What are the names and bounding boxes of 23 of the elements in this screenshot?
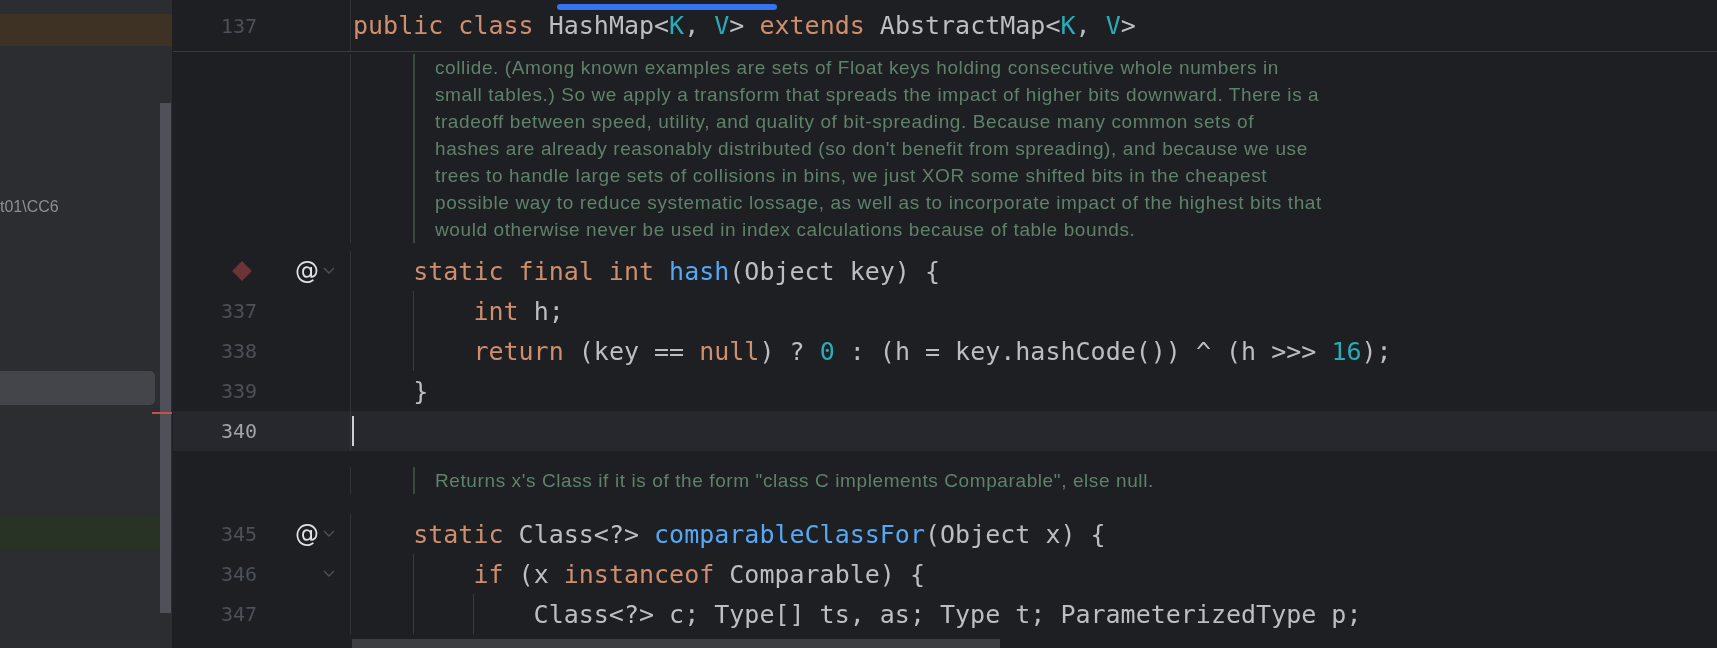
code-line: int h; [472, 296, 564, 326]
override-marker[interactable]: @ [295, 520, 321, 548]
text-caret [352, 416, 354, 446]
code-line: if (x instanceof Comparable) { [472, 559, 925, 589]
doc-comment: collide. (Among known examples are sets of Float keys holding consecutive whole numbers in small tables.) So we apply a transform that spreads the impact of higher bits downward. There is a tradeoff between speed, utility, and quality of bit-spreading. Because many common sets of hashes are already reasonably distributed (so don't benefit from spreading), and because we use trees to handle large sets of collisions in bins, we just XOR some shifted bits in the cheapest possible way to reduce systematic lossage, as well as to incorporate impact of the highest bits that would otherwise never be used in index calculations because of table bounds. [413, 54, 1322, 243]
code-line: static Class<?> comparableClassFor(Object x) { [412, 519, 1106, 549]
override-marker[interactable]: @ [295, 257, 321, 285]
chevron-icon[interactable] [323, 570, 335, 578]
doc-comment: Returns x's Class if it is of the form "class C implements Comparable", else null. [413, 467, 1154, 494]
selected-row[interactable] [0, 371, 155, 405]
code-line: Class<?> c; Type[] ts, as; Type t; ParameterizedType p; [532, 599, 1362, 629]
chevron-icon[interactable] [323, 267, 335, 275]
breakpoint-icon[interactable] [231, 260, 253, 282]
code-line: return (key == null) ? 0 : (h = key.hashCode()) ^ (h >>> 16); [472, 336, 1392, 366]
path-text: t01\CC6 [0, 198, 59, 216]
code-line: } [412, 376, 429, 406]
line-number: 340 [220, 419, 257, 443]
error-mark [152, 412, 172, 414]
code-line: public class HashMap<K, V> extends AbstractMap<K, V> [353, 11, 1136, 40]
code-line: static final int hash(Object key) { [412, 256, 940, 286]
scrollbar-thumb[interactable] [160, 103, 171, 613]
chevron-icon[interactable] [323, 530, 335, 538]
scrollbar-thumb[interactable] [352, 639, 1000, 648]
